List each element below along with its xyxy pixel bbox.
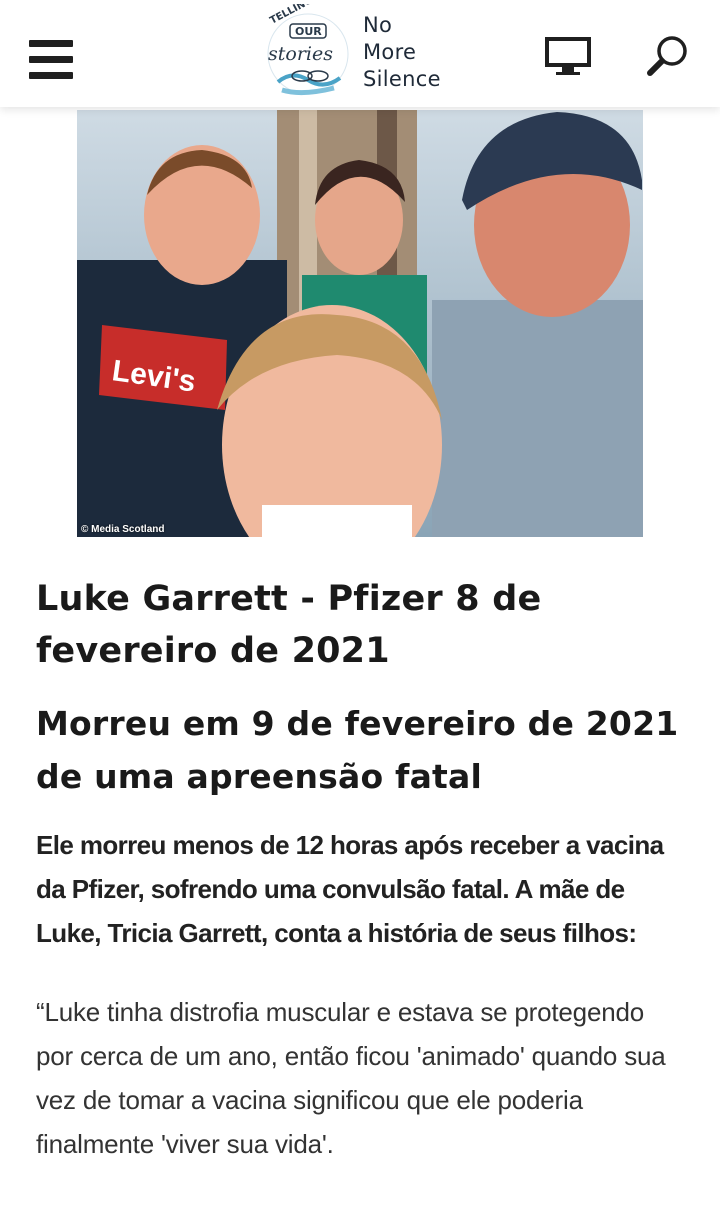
article-quote: “Luke tinha distrofia muscular e estava … [36,997,666,1159]
article-subtitle: Morreu em 9 de fevereiro de 2021 de uma … [36,704,679,796]
monitor-icon[interactable] [544,36,592,78]
photo-credit: © Media Scotland [81,524,165,535]
site-header: TELLING OUR stories No More Silence [0,0,720,107]
site-logo[interactable]: TELLING OUR stories No More Silence [262,4,462,104]
site-name-line-2: More [363,40,417,64]
article-lead: Ele morreu menos de 12 horas após recebe… [36,830,664,948]
search-icon[interactable] [645,33,691,79]
telling-our-stories-badge: TELLING OUR stories [267,4,349,96]
family-selfie-image: Levi's [77,110,643,537]
hero-photo: Levi's © Media Scotland [77,110,643,537]
badge-mid-text: OUR [295,25,322,38]
article-title: Luke Garrett - Pfizer 8 de fevereiro de … [36,579,542,671]
badge-script-text: stories [268,43,333,65]
site-name-line-1: No [363,13,393,37]
site-name-line-3: Silence [363,67,441,91]
site-name: No More Silence [363,12,441,93]
hamburger-menu-icon[interactable] [29,40,75,80]
